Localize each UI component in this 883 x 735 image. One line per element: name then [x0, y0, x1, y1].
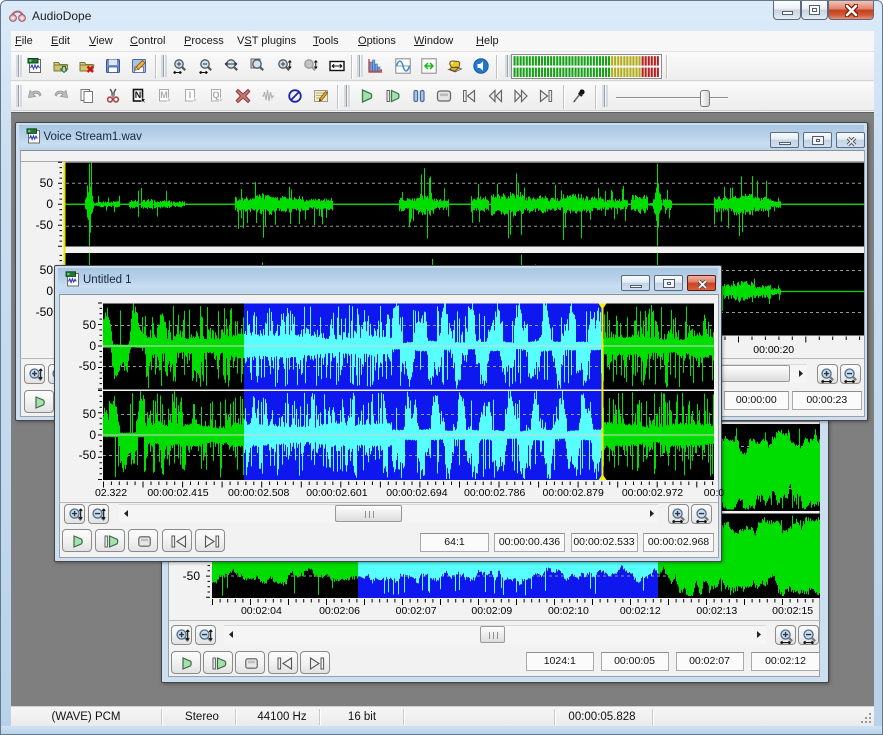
svg-text:I: I	[189, 90, 192, 100]
svg-text:Q: Q	[212, 90, 219, 100]
svg-text:N: N	[135, 90, 142, 100]
svg-text:M: M	[160, 90, 168, 100]
